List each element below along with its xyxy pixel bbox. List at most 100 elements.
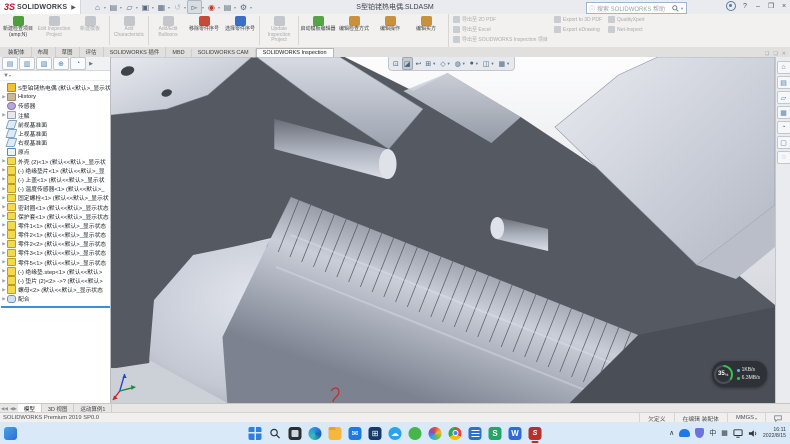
ribbon-button-11[interactable]: 编辑实方	[408, 14, 444, 47]
edit-appearance-icon[interactable]: ●▼	[469, 58, 480, 69]
tab-display-manager-icon[interactable]: ◔	[70, 57, 86, 70]
edit-appearance-icon-caret[interactable]: ▼	[475, 61, 479, 66]
tree-item[interactable]: ▶密封圈<1> (默认<<默认>_显示状态	[1, 202, 110, 211]
undo-icon-caret[interactable]: ▾	[184, 5, 186, 10]
section-view-icon[interactable]: ◪	[402, 57, 413, 70]
ribbon-button-10[interactable]: 编辑操作	[372, 14, 408, 47]
language-indicator[interactable]: 中	[709, 428, 716, 438]
display-style-icon[interactable]: ◇▼	[439, 58, 451, 69]
tree-item[interactable]: ▶(-) 绝缘垫.step<1> (默认<<默认>	[1, 267, 110, 276]
file-properties-icon-caret[interactable]: ▾	[234, 5, 236, 10]
tab-nav-first-icon[interactable]: ◀◀	[0, 406, 9, 412]
select-icon[interactable]: ▻	[187, 0, 202, 14]
file-properties-icon[interactable]: ▤	[221, 1, 234, 13]
resources-home-icon[interactable]: ⌂	[777, 61, 790, 74]
print-icon[interactable]: ▦	[155, 1, 168, 13]
tree-item[interactable]: ▶(-) 绝缘垫片<1> (默认<<默认>_显	[1, 166, 110, 175]
login-user-icon[interactable]	[726, 1, 736, 11]
appearances-icon[interactable]: ◔	[777, 121, 790, 134]
options-icon[interactable]: ⚙	[237, 1, 250, 13]
search-caret-icon[interactable]: ▼	[680, 6, 684, 11]
command-tab-布局[interactable]: 布局	[32, 47, 56, 57]
start-button[interactable]	[249, 427, 262, 440]
graphics-area[interactable]: ⊡◪↩⊞▼◇▼◍▼●▼◫▼▦▼ 35% 1KB/s 6.3MB/s	[110, 57, 775, 403]
tree-item[interactable]: ▶螺母<2> (默认<<默认>_显示状态	[1, 285, 110, 294]
s-app-icon[interactable]: S	[489, 427, 502, 440]
reader-app-icon[interactable]	[469, 427, 482, 440]
command-tab-草图[interactable]: 草图	[56, 47, 80, 57]
home-icon-caret[interactable]: ▾	[104, 5, 106, 10]
ribbon-button-0[interactable]: 新建检查项目 (amp;N)	[0, 14, 36, 47]
menu-flyout-icon[interactable]: ▶	[71, 4, 76, 11]
ribbon-button-6[interactable]: 选择零件序号	[222, 14, 258, 47]
w-app-icon[interactable]: W	[509, 427, 522, 440]
tree-item[interactable]: 上视基准面	[1, 129, 110, 138]
rebuild-icon-caret[interactable]: ▾	[218, 5, 220, 10]
security-shield-icon[interactable]	[695, 428, 704, 438]
solidworks-app-icon[interactable]: S	[529, 427, 542, 440]
ribbon-button-5[interactable]: 移除零件序号	[186, 14, 222, 47]
new-document-icon-caret[interactable]: ▾	[120, 5, 122, 10]
undo-icon[interactable]: ↺	[171, 1, 184, 13]
tree-item[interactable]: ▶(-) 垫片 (2)<2> ->? (默认<<默认>	[1, 276, 110, 285]
tree-filter-row[interactable]: ▼ ▾	[0, 71, 110, 81]
open-icon[interactable]: ▱	[123, 1, 136, 13]
display-cast-icon[interactable]	[733, 429, 743, 438]
tree-item[interactable]: ▶零件3<1> (默认<<默认>_显示状态	[1, 248, 110, 257]
command-tab-SOLIDWORKS CAM[interactable]: SOLIDWORKS CAM	[192, 49, 256, 57]
command-tab-SOLIDWORKS Inspection[interactable]: SOLIDWORKS Inspection	[256, 48, 334, 57]
view-settings-icon-caret[interactable]: ▼	[506, 61, 510, 66]
close-button[interactable]: ×	[780, 3, 788, 10]
tree-item[interactable]: 原点	[1, 147, 110, 156]
open-icon-caret[interactable]: ▾	[136, 5, 138, 10]
widgets-icon[interactable]	[4, 427, 17, 440]
view-palette-icon[interactable]: ▦	[777, 106, 790, 119]
tree-item[interactable]: ▶固定螺栓<1> (默认<<默认>_显示状	[1, 193, 110, 202]
feature-tree-root[interactable]: S型铂铑热电偶 (默认<默认>_显示状态-1	[1, 83, 110, 92]
command-tab-MBD[interactable]: MBD	[166, 49, 191, 57]
store-icon[interactable]: ⊞	[369, 427, 382, 440]
tree-item[interactable]: ▶零件2<2> (默认<<默认>_显示状态	[1, 239, 110, 248]
color-wheel-app-icon[interactable]	[429, 427, 442, 440]
minimize-button[interactable]: –	[754, 3, 762, 10]
green-app-icon[interactable]	[409, 427, 422, 440]
onedrive-app-icon[interactable]: ☁	[389, 427, 402, 440]
search-icon[interactable]	[269, 427, 282, 440]
tree-item[interactable]: ▶注解	[1, 111, 110, 120]
print-icon-caret[interactable]: ▾	[168, 5, 170, 10]
file-explorer-icon[interactable]	[329, 427, 342, 440]
ribbon-button-8[interactable]: 启动模板编辑器	[300, 14, 336, 47]
apply-scene-icon-caret[interactable]: ▼	[490, 61, 494, 66]
tab-configuration-icon[interactable]: ▧	[36, 57, 52, 70]
tabs-overflow-icon[interactable]: ▶	[87, 58, 95, 69]
custom-properties-icon[interactable]: ▢	[777, 136, 790, 149]
design-library-icon[interactable]: ▤	[777, 76, 790, 89]
previous-view-icon[interactable]: ↩	[415, 58, 423, 69]
hide-show-items-icon-caret[interactable]: ▼	[462, 61, 466, 66]
tree-item[interactable]: 右视基准面	[1, 138, 110, 147]
filter-caret-icon[interactable]: ▾	[9, 73, 11, 78]
tree-item[interactable]: ▶配合	[1, 294, 110, 303]
tree-item[interactable]: 传感器	[1, 101, 110, 110]
tree-item[interactable]: ▶History	[1, 92, 110, 101]
forum-icon[interactable]: ◌	[777, 151, 790, 164]
tree-splitter[interactable]	[1, 306, 110, 308]
restore-button[interactable]: ❐	[767, 2, 775, 10]
tree-item[interactable]: ▶零件5<1> (默认<<默认>_显示状态	[1, 258, 110, 267]
tree-item[interactable]: ▶外壳 (2)<1> (默认<<默认>_显示状	[1, 157, 110, 166]
tab-property-manager-icon[interactable]: ▥	[19, 57, 35, 70]
apply-scene-icon[interactable]: ◫▼	[482, 58, 496, 69]
search-icon[interactable]	[672, 5, 679, 12]
tree-item[interactable]: ▶零件2<1> (默认<<默认>_显示状态	[1, 230, 110, 239]
mail-icon[interactable]: ✉	[349, 427, 362, 440]
network-speed-widget[interactable]: 35% 1KB/s 6.3MB/s	[712, 361, 767, 387]
tree-item[interactable]: ▶保护套<1> (默认<<默认>_显示状态	[1, 212, 110, 221]
tab-nav-prev-icon[interactable]: ◀▶	[9, 406, 18, 412]
options-icon-caret[interactable]: ▾	[250, 5, 252, 10]
zoom-fit-icon[interactable]: ⊡	[392, 58, 400, 69]
hide-show-items-icon[interactable]: ◍▼	[454, 58, 467, 69]
tree-item[interactable]: 前视基准面	[1, 120, 110, 129]
command-tab-SOLIDWORKS 插件[interactable]: SOLIDWORKS 插件	[104, 47, 167, 57]
rebuild-icon[interactable]: ◉	[205, 1, 218, 13]
edge-icon[interactable]	[309, 427, 322, 440]
